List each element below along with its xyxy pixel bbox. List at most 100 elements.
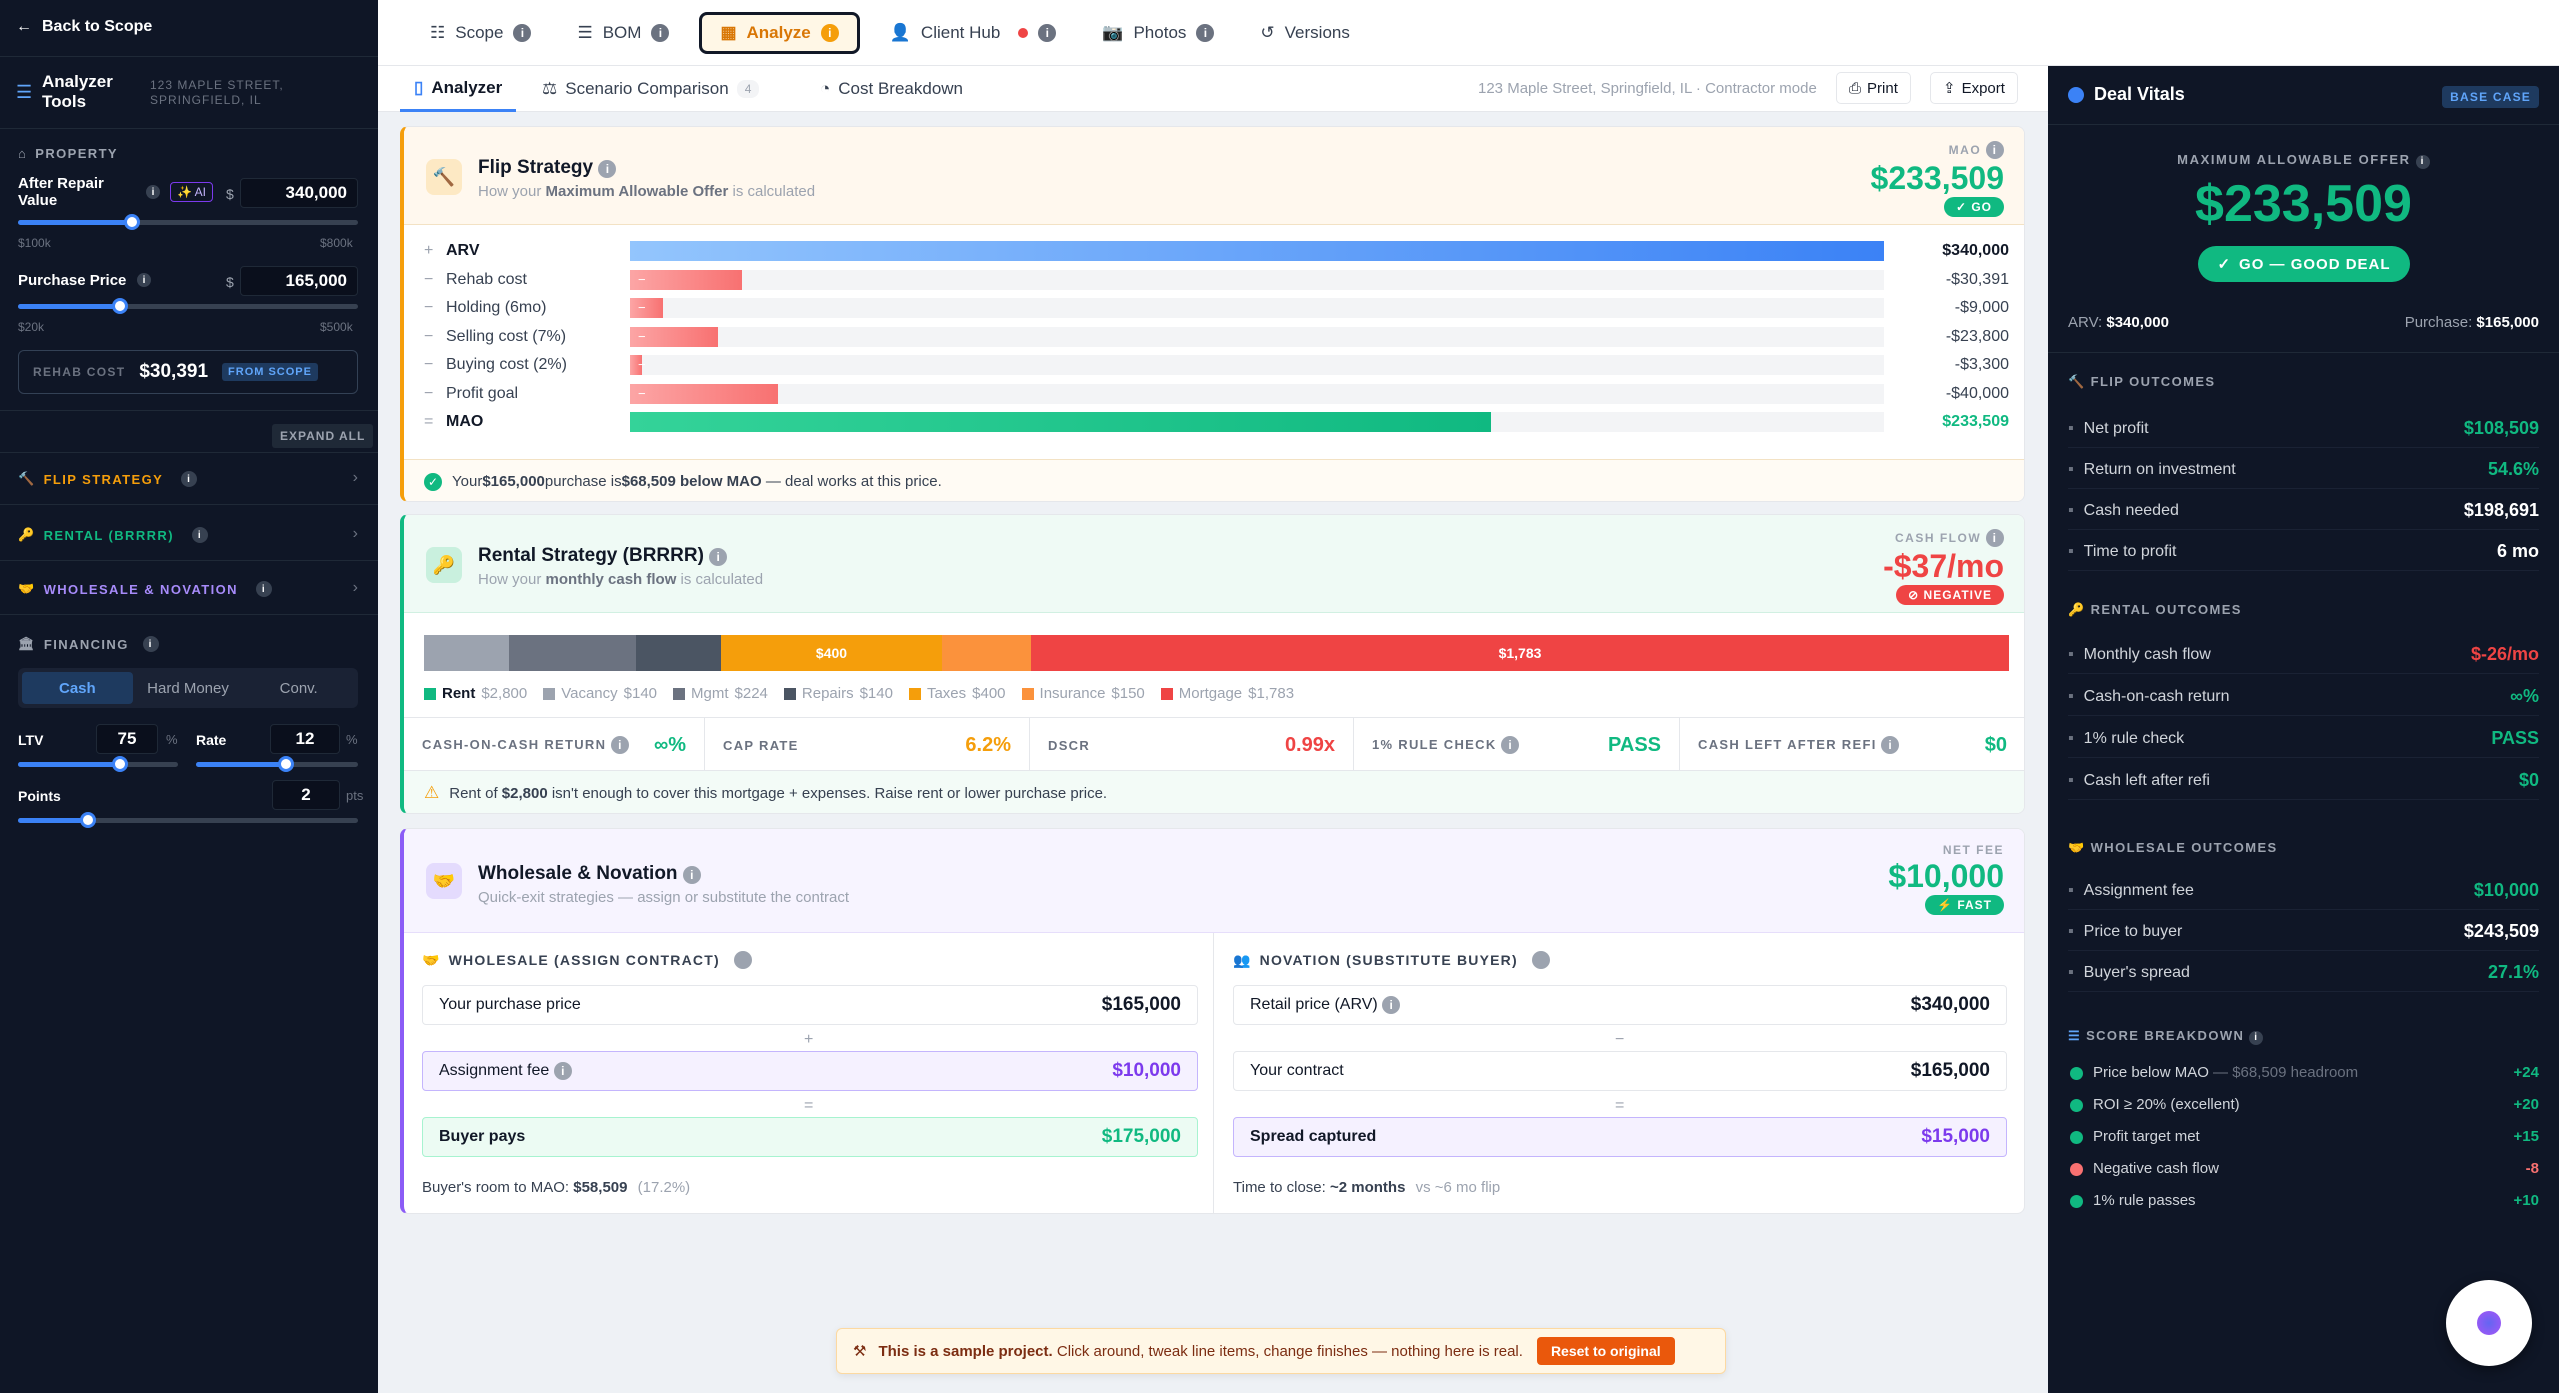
handshake-icon: 🤝 [422,951,441,968]
bar-repairs [636,635,721,671]
export-button[interactable]: ⇪ Export [1930,72,2018,104]
waterfall-bar: − [630,298,664,318]
info-icon[interactable]: i [2249,1030,2264,1045]
info-icon[interactable]: i [191,527,208,543]
legend-item: Insurance $150 [1021,685,1145,702]
handshake-icon: 🤝 [18,581,36,596]
purchase-slider[interactable] [18,298,358,314]
info-icon[interactable]: i [1986,529,2004,547]
info-icon[interactable]: i [651,23,670,42]
purchase-price-label: Purchase Price [18,272,127,289]
rate-slider[interactable] [196,756,358,772]
sub-nav: ▯ Analyzer ⚖ Scenario Comparison 4 ◔ Cost Br… [378,66,2048,112]
wholesale-section[interactable]: 🤝 WHOLESALE & NOVATION i › [0,563,378,615]
bar-insurance [942,635,1031,671]
info-icon[interactable]: i [142,636,159,652]
tab-cash[interactable]: Cash [22,672,133,704]
assign-title: WHOLESALE (ASSIGN CONTRACT) [448,952,720,968]
top-nav: ☷ Scope i ☰ BOM i ▦ Analyze i 👤 Client Hub i 📷 Ph… [378,0,2048,66]
info-icon[interactable]: i [146,185,160,199]
key-icon: 🔑 [426,547,462,583]
waterfall-row: + ARV $340,000 [424,241,2009,261]
chevron-right-icon: › [352,579,358,596]
back-to-scope-button[interactable]: ← Back to Scope [16,18,152,36]
waterfall-label: − Holding (6mo) [424,299,547,316]
ltv-slider[interactable] [18,756,178,772]
ai-badge[interactable]: ✨ AI [170,182,213,202]
info-icon[interactable]: i [682,866,701,884]
arv-slider[interactable] [18,214,358,230]
reset-to-original-button[interactable]: Reset to original [1536,1337,1675,1365]
info-icon[interactable]: i [255,581,272,597]
flip-title: Flip Strategy [478,157,594,178]
info-icon[interactable]: i [1881,736,1900,754]
your-purchase-price-row: Your purchase price $165,000 [422,985,1198,1025]
info-icon[interactable]: i [137,273,151,287]
print-button[interactable]: ⎙ Print [1836,72,1911,104]
info-icon[interactable]: i [1038,23,1057,42]
rental-subtitle: How your monthly cash flow is calculated [478,571,764,588]
rate-input[interactable]: 12 [270,724,340,754]
waterfall-row: − Profit goal − -$40,000 [424,383,2009,404]
deal-vitals-panel: Deal Vitals BASE CASE MAXIMUM ALLOWABLE … [2048,66,2559,1393]
info-icon[interactable]: i [553,1062,572,1080]
novation-title: NOVATION (SUBSTITUTE BUYER) [1259,952,1518,968]
base-case-badge[interactable]: BASE CASE [2442,86,2539,108]
tab-hard-money[interactable]: Hard Money [133,672,244,704]
info-icon[interactable]: i [1382,996,1401,1014]
outcome-row: ▪ Net profit $108,509 [2068,418,2539,448]
waterfall-amount: -$30,391 [1945,270,2009,288]
purchase-price-input[interactable]: 165,000 [240,266,358,296]
points-input[interactable]: 2 [272,780,340,810]
info-icon[interactable]: i [2415,154,2430,169]
info-icon[interactable]: i [513,23,532,42]
score-row: ROI ≥ 20% (excellent) +20 [2070,1096,2539,1113]
outcome-row: ▪ Buyer's spread 27.1% [2068,962,2539,992]
rate-pct: % [346,732,358,747]
info-icon[interactable] [1531,951,1550,969]
tab-cost-breakdown[interactable]: ◔ Cost Breakdown [820,66,963,112]
context-label: 123 Maple Street, Springfield, IL · Cont… [1478,80,1817,97]
assistant-fab[interactable] [2446,1280,2532,1366]
info-icon[interactable]: i [820,23,839,42]
expand-all-button[interactable]: EXPAND ALL [272,424,374,448]
tab-analyzer[interactable]: ▯ Analyzer [400,66,517,112]
tab-versions[interactable]: ↺ Versions [1244,12,1365,54]
info-icon[interactable]: i [181,471,198,487]
pulse-icon [2068,86,2084,103]
info-icon[interactable]: i [709,548,728,566]
info-icon[interactable]: i [598,160,617,178]
history-icon: ↺ [1260,22,1275,42]
info-icon[interactable] [733,951,752,969]
score-breakdown-title: ☰ SCORE BREAKDOWN i [2068,1028,2264,1045]
arv-input[interactable]: 340,000 [240,178,358,208]
tab-bom[interactable]: ☰ BOM i [561,12,685,54]
ltv-input[interactable]: 75 [96,724,158,754]
points-unit: pts [346,788,364,803]
waterfall-bar: − [630,383,778,404]
rental-metrics: CASH-ON-CASH RETURN i ∞% CAP RATE 6.2% DSC… [404,717,2024,772]
info-icon[interactable]: i [1986,141,2004,159]
info-icon[interactable]: i [1196,23,1215,42]
metric-cash-left: CASH LEFT AFTER REFI i $0 [1698,733,2007,756]
waterfall-row: − Rehab cost − -$30,391 [424,269,2009,290]
rental-strategy-section[interactable]: 🔑 RENTAL (BRRRR) i › [0,507,378,561]
mao-big-value: $233,509 [2195,175,2412,233]
bar-taxes: $400 [721,635,942,671]
from-scope-badge[interactable]: FROM SCOPE [222,363,318,381]
tab-scope[interactable]: ☷ Scope i [414,12,547,54]
pie-chart-icon: ◔ [820,79,831,98]
waterfall-track [630,412,1884,432]
tab-analyze[interactable]: ▦ Analyze i [699,11,860,54]
flip-strategy-section[interactable]: 🔨 FLIP STRATEGY i › [0,453,378,505]
tab-client-hub[interactable]: 👤 Client Hub i [874,12,1073,54]
info-icon[interactable]: i [610,736,629,754]
info-icon[interactable]: i [1500,736,1519,754]
tab-photos[interactable]: 📷 Photos i [1086,12,1230,54]
waterfall-track [630,241,1884,261]
dollar-sign: $ [226,186,234,202]
outcome-row: ▪ Cash left after refi $0 [2068,770,2539,800]
tab-conv[interactable]: Conv. [243,672,354,704]
tab-scenario-comparison[interactable]: ⚖ Scenario Comparison 4 [542,66,760,112]
points-slider[interactable] [18,812,358,828]
